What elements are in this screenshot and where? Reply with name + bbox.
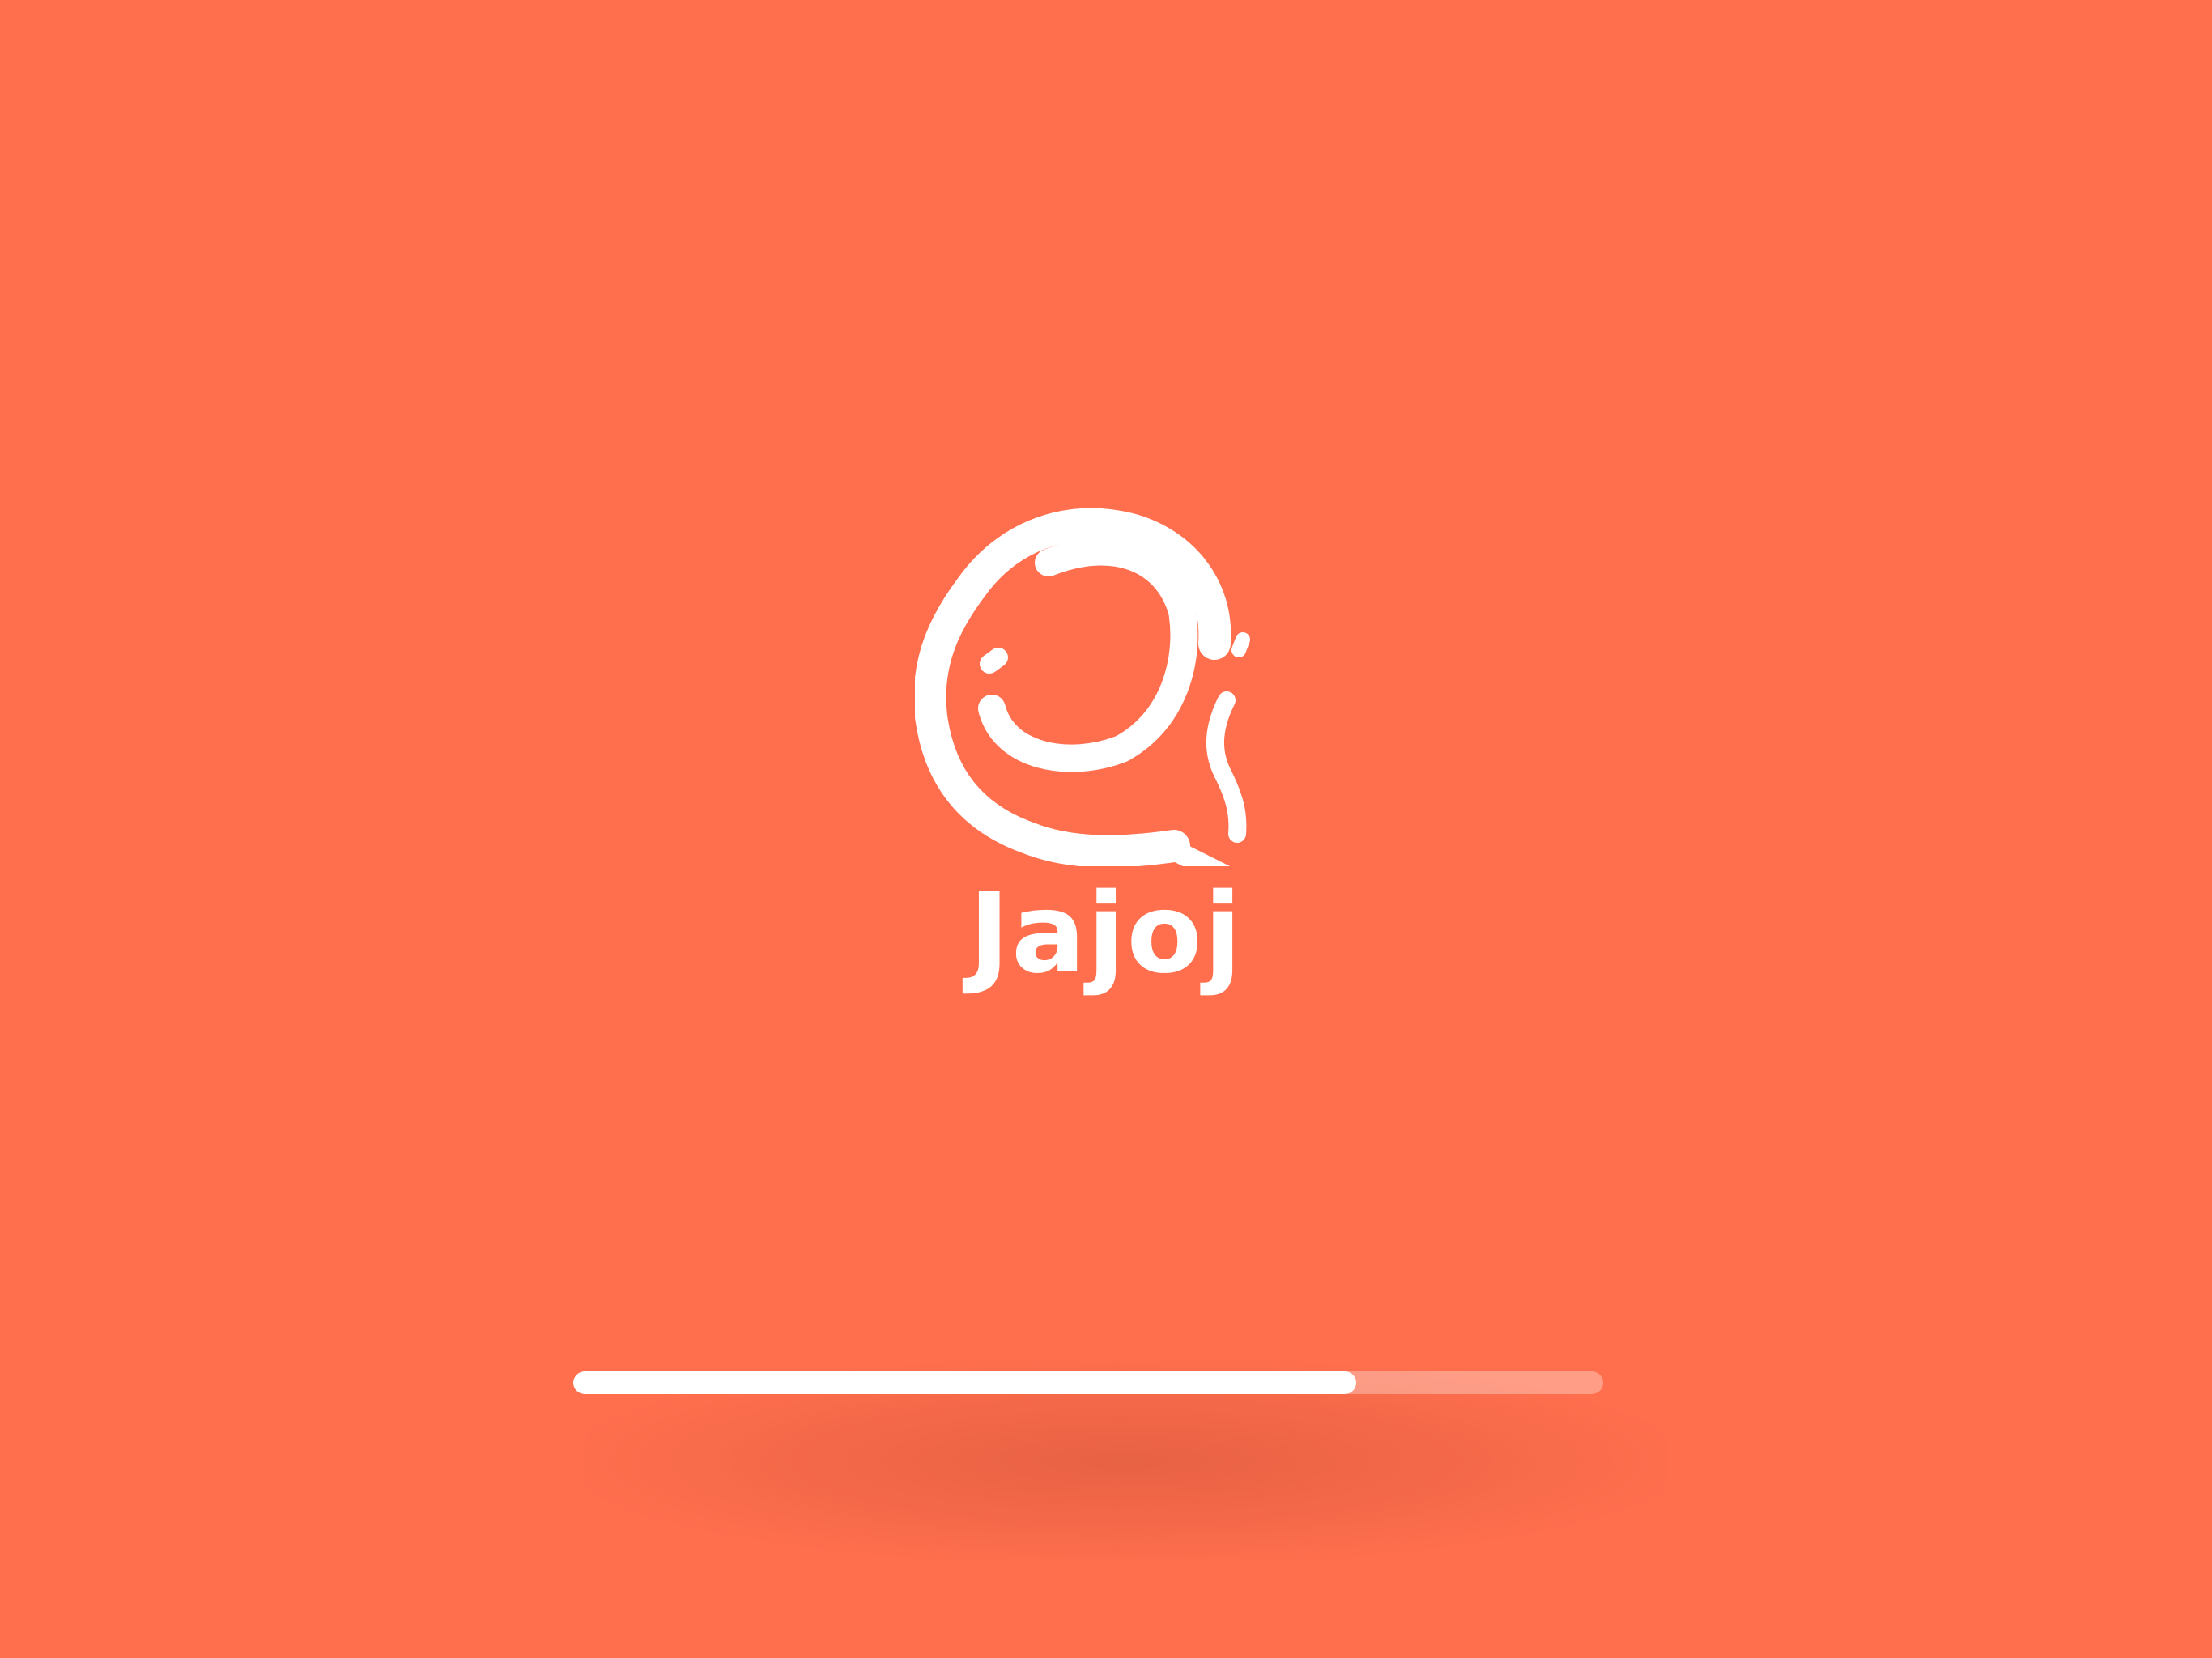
loading-progress-fill	[573, 1371, 1356, 1394]
splash-screen: Jajoj	[0, 0, 2212, 1658]
app-logo-icon	[915, 508, 1250, 866]
loading-progress-bar	[573, 1371, 1603, 1394]
app-name: Jajoj	[968, 870, 1244, 998]
